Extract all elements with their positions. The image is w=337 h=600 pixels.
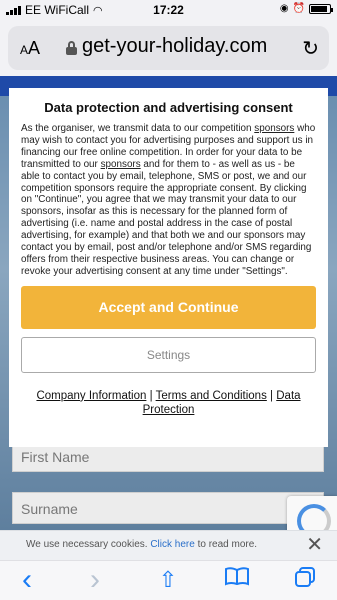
back-icon[interactable]: ‹: [12, 565, 42, 595]
cookie-message: We use necessary cookies.: [26, 539, 151, 550]
sponsors-link[interactable]: sponsors: [254, 123, 294, 134]
consent-modal: Data protection and advertising consent …: [9, 88, 328, 447]
sponsors-link-2[interactable]: sponsors: [101, 159, 141, 170]
link-separator: |: [149, 389, 153, 402]
cookie-banner: We use necessary cookies. Click here to …: [0, 530, 337, 560]
status-right: ◉ ⏰: [279, 3, 333, 14]
status-bar: EE WiFiCall ◠ 17:22 ◉ ⏰: [0, 0, 337, 20]
reload-icon[interactable]: ↻: [302, 36, 319, 61]
text-size-button[interactable]: AA: [20, 38, 40, 59]
url-field[interactable]: AA get-your-holiday.com ↻: [8, 26, 329, 70]
lock-icon: [66, 41, 77, 55]
terms-conditions-link[interactable]: Terms and Conditions: [156, 390, 267, 402]
tabs-icon[interactable]: [290, 565, 320, 595]
alarm-icon: ⏰: [292, 3, 305, 14]
settings-button[interactable]: Settings: [21, 336, 316, 373]
link-separator: |: [270, 389, 274, 402]
accept-continue-button[interactable]: Accept and Continue: [21, 285, 316, 329]
share-icon[interactable]: ⇧: [153, 565, 183, 595]
consent-text-part-3: and for them to - as well as us - be abl…: [21, 158, 312, 277]
consent-text: As the organiser, we transmit data to ou…: [21, 123, 316, 278]
modal-title: Data protection and advertising consent: [44, 100, 293, 115]
consent-text-part-1: As the organiser, we transmit data to ou…: [21, 123, 255, 134]
close-icon[interactable]: ✕: [306, 534, 323, 556]
bookmarks-icon[interactable]: [222, 565, 252, 595]
forward-icon[interactable]: ›: [80, 565, 110, 595]
browser-address-bar: AA get-your-holiday.com ↻: [0, 20, 337, 76]
orientation-lock-icon: ◉: [279, 3, 289, 14]
cookie-read-more-link[interactable]: Click here: [150, 539, 194, 550]
surname-field[interactable]: Surname: [12, 492, 324, 524]
browser-toolbar: ‹ › ⇧: [0, 560, 337, 600]
domain-label[interactable]: get-your-holiday.com: [82, 35, 267, 58]
company-information-link[interactable]: Company Information: [36, 390, 146, 402]
cookie-message-end: to read more.: [194, 539, 258, 550]
cookie-text: We use necessary cookies. Click here to …: [26, 539, 257, 550]
battery-icon: [309, 3, 333, 14]
footer-links: Company Information | Terms and Conditio…: [21, 389, 316, 417]
